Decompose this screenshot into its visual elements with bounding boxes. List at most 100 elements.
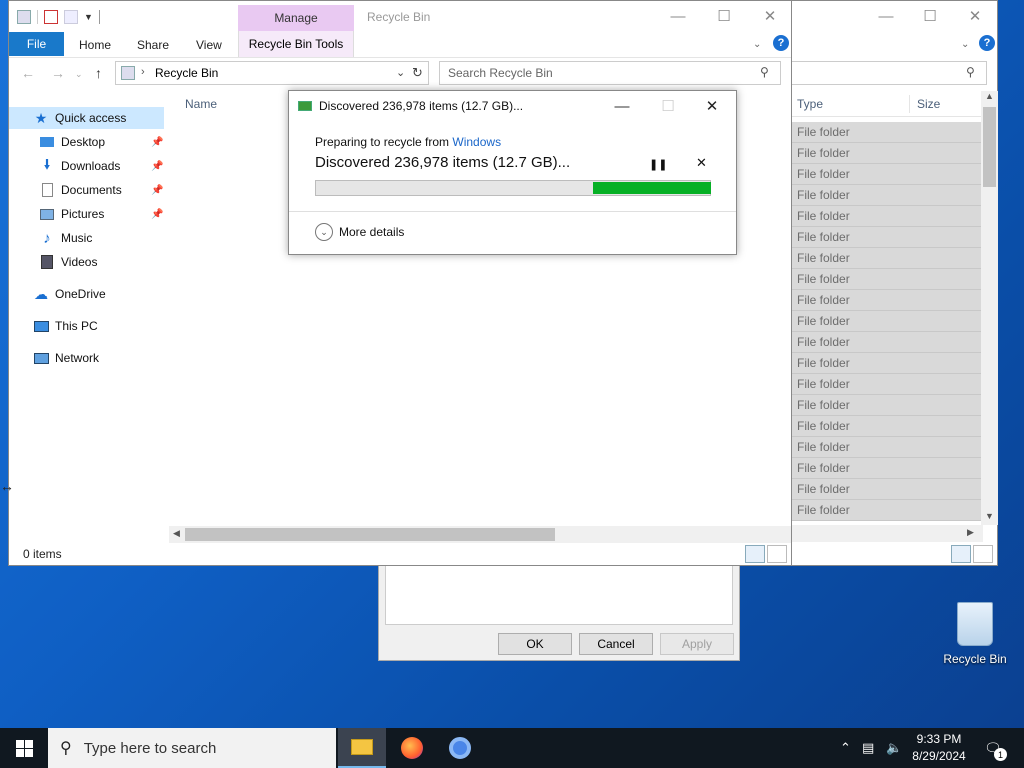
scroll-left-icon[interactable]: ◀: [173, 528, 180, 539]
table-row[interactable]: File folder: [787, 500, 983, 521]
maximize-button[interactable]: ☐: [701, 1, 747, 31]
close-button[interactable]: ✕: [689, 91, 735, 121]
tab-home[interactable]: Home: [79, 38, 111, 52]
nav-item-pictures[interactable]: Pictures: [39, 203, 104, 225]
new-folder-icon[interactable]: [64, 10, 78, 24]
nav-item-this-pc[interactable]: This PC: [33, 315, 98, 337]
details-view-button[interactable]: [951, 545, 971, 563]
ribbon-expand-icon[interactable]: ⌄: [753, 39, 761, 50]
table-row[interactable]: File folder: [787, 185, 983, 206]
recycle-bin-small-icon[interactable]: [17, 10, 31, 24]
forward-arrow-icon[interactable]: →: [51, 65, 65, 81]
table-row[interactable]: File folder: [787, 164, 983, 185]
table-row[interactable]: File folder: [787, 437, 983, 458]
show-hidden-icons-icon[interactable]: ⌃: [840, 740, 851, 756]
refresh-icon[interactable]: ↻: [412, 65, 423, 81]
table-row[interactable]: File folder: [787, 311, 983, 332]
background-explorer-window[interactable]: — ☐ ✕ ⌄ ? ⚲ Type Size File folder File fo…: [786, 0, 998, 566]
table-row[interactable]: File folder: [787, 479, 983, 500]
column-size[interactable]: Size: [917, 97, 940, 111]
column-type[interactable]: Type: [797, 97, 823, 111]
search-input[interactable]: Search Recycle Bin ⚲: [439, 61, 781, 85]
maximize-button[interactable]: ☐: [907, 1, 953, 31]
recycle-bin-window[interactable]: ▼ Manage Recycle Bin — ☐ ✕ File Home Sha…: [8, 0, 792, 566]
recent-locations-icon[interactable]: ⌄: [75, 69, 83, 80]
breadcrumb[interactable]: Recycle Bin: [155, 66, 218, 80]
pause-icon[interactable]: ❚❚: [649, 158, 667, 171]
clock[interactable]: 9:33 PM 8/29/2024: [908, 731, 970, 765]
taskbar-search-box[interactable]: ⚲ Type here to search: [48, 728, 336, 768]
close-button[interactable]: ✕: [952, 1, 998, 31]
nav-item-documents[interactable]: Documents: [39, 179, 122, 201]
scroll-up-icon[interactable]: ▲: [985, 91, 994, 101]
breadcrumb-chevron-icon[interactable]: ›: [141, 66, 145, 78]
nav-item-quick-access[interactable]: ★ Quick access: [33, 107, 127, 129]
taskbar-firefox[interactable]: [388, 728, 436, 768]
tab-recycle-bin-tools[interactable]: Recycle Bin Tools: [238, 31, 354, 57]
source-link[interactable]: Windows: [452, 135, 501, 149]
help-icon[interactable]: ?: [773, 35, 789, 51]
table-row[interactable]: File folder: [787, 395, 983, 416]
pin-icon[interactable]: 📌: [151, 137, 163, 148]
nav-item-music[interactable]: ♪ Music: [39, 227, 92, 249]
table-row[interactable]: File folder: [787, 206, 983, 227]
table-row[interactable]: File folder: [787, 227, 983, 248]
table-row[interactable]: File folder: [787, 143, 983, 164]
recycle-progress-dialog[interactable]: Discovered 236,978 items (12.7 GB)... — …: [288, 90, 737, 255]
table-row[interactable]: File folder: [787, 269, 983, 290]
cancel-operation-icon[interactable]: ✕: [696, 155, 707, 171]
volume-muted-icon[interactable]: 🔈: [886, 740, 902, 756]
table-row[interactable]: File folder: [787, 353, 983, 374]
tab-view[interactable]: View: [196, 38, 222, 52]
pin-icon[interactable]: 📌: [151, 209, 163, 220]
apply-button[interactable]: Apply: [660, 633, 734, 655]
table-row[interactable]: File folder: [787, 248, 983, 269]
back-arrow-icon[interactable]: ←: [21, 65, 35, 81]
table-row[interactable]: File folder: [787, 458, 983, 479]
desktop-recycle-bin[interactable]: Recycle Bin: [938, 600, 1012, 666]
cancel-button[interactable]: Cancel: [579, 633, 653, 655]
ok-button[interactable]: OK: [498, 633, 572, 655]
nav-item-desktop[interactable]: Desktop: [39, 131, 105, 153]
nav-item-onedrive[interactable]: ☁ OneDrive: [33, 283, 106, 305]
customize-toolbar-icon[interactable]: ▼: [84, 12, 93, 22]
properties-icon[interactable]: [44, 10, 58, 24]
taskbar-chromium[interactable]: [436, 728, 484, 768]
tab-manage[interactable]: Manage: [238, 5, 354, 31]
vertical-scrollbar[interactable]: ▲ ▼: [981, 91, 998, 525]
table-row[interactable]: File folder: [787, 332, 983, 353]
up-arrow-icon[interactable]: ↑: [95, 65, 102, 81]
horizontal-scrollbar[interactable]: ◀: [169, 526, 791, 543]
column-name[interactable]: Name: [185, 97, 217, 111]
nav-item-downloads[interactable]: 🠛 Downloads: [39, 155, 120, 177]
scroll-thumb[interactable]: [185, 528, 555, 541]
scroll-right-icon[interactable]: ▶: [967, 527, 974, 538]
tab-file[interactable]: File: [9, 32, 64, 56]
pin-icon[interactable]: 📌: [151, 185, 163, 196]
details-view-button[interactable]: [745, 545, 765, 563]
network-tray-icon[interactable]: ▤: [862, 740, 874, 756]
large-icons-view-button[interactable]: [767, 545, 787, 563]
help-icon[interactable]: ?: [979, 35, 995, 51]
large-icons-view-button[interactable]: [973, 545, 993, 563]
start-button[interactable]: [0, 728, 48, 768]
minimize-button[interactable]: —: [655, 1, 701, 31]
more-details-toggle[interactable]: ⌄ More details: [315, 223, 404, 241]
minimize-button[interactable]: —: [599, 91, 645, 121]
minimize-button[interactable]: —: [863, 1, 909, 31]
taskbar-file-explorer[interactable]: [338, 728, 386, 768]
horizontal-scrollbar[interactable]: ▶: [787, 525, 983, 542]
tab-share[interactable]: Share: [137, 38, 169, 52]
nav-item-network[interactable]: Network: [33, 347, 99, 369]
table-row[interactable]: File folder: [787, 416, 983, 437]
table-row[interactable]: File folder: [787, 290, 983, 311]
table-row[interactable]: File folder: [787, 122, 983, 143]
pin-icon[interactable]: 📌: [151, 161, 163, 172]
ribbon-expand-icon[interactable]: ⌄: [961, 39, 969, 50]
address-bar[interactable]: › Recycle Bin ⌄ ↻: [115, 61, 429, 85]
close-button[interactable]: ✕: [747, 1, 793, 31]
address-dropdown-icon[interactable]: ⌄: [396, 66, 405, 79]
nav-item-videos[interactable]: Videos: [39, 251, 97, 273]
scroll-thumb[interactable]: [983, 107, 996, 187]
search-input[interactable]: ⚲: [787, 61, 987, 85]
